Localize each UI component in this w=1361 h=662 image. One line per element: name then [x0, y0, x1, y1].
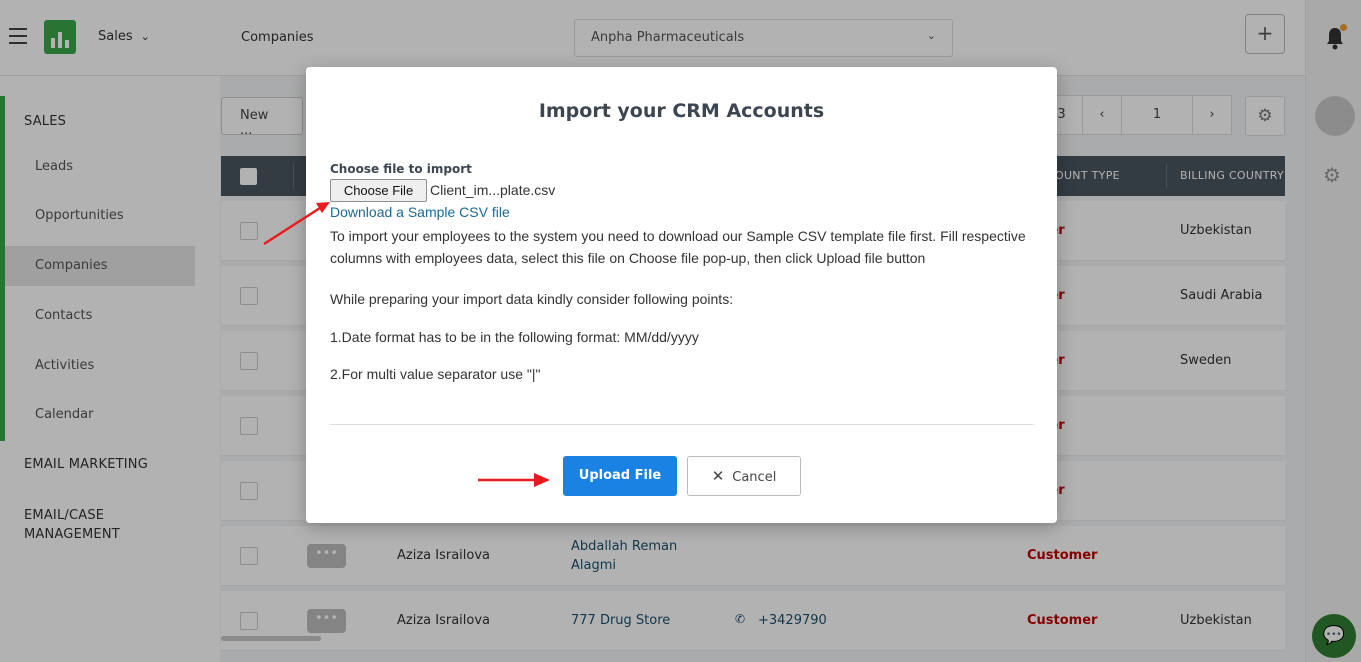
modal-title: Import your CRM Accounts	[538, 100, 825, 122]
import-instructions: To import your employees to the system y…	[330, 228, 1026, 266]
download-sample-link[interactable]: Download a Sample CSV file	[330, 204, 510, 220]
consider-text: While preparing your import data kindly …	[330, 291, 734, 307]
cancel-button[interactable]: ✕ Cancel	[687, 456, 801, 496]
modal-divider	[330, 424, 1034, 425]
import-modal: Import your CRM Accounts Choose file to …	[306, 67, 1057, 523]
annotation-arrow-icon	[478, 473, 550, 487]
upload-file-button[interactable]: Upload File	[563, 456, 677, 496]
selected-file-name: Client_im...plate.csv	[430, 182, 556, 198]
close-icon: ✕	[711, 467, 725, 485]
choose-file-button[interactable]: Choose File	[330, 179, 427, 202]
cancel-label: Cancel	[732, 470, 777, 485]
point-date-format: 1.Date format has to be in the following…	[330, 329, 699, 345]
annotation-arrow-icon	[263, 202, 330, 246]
point-separator: 2.For multi value separator use "|"	[330, 366, 541, 382]
file-input-label: Choose file to import	[330, 162, 472, 176]
